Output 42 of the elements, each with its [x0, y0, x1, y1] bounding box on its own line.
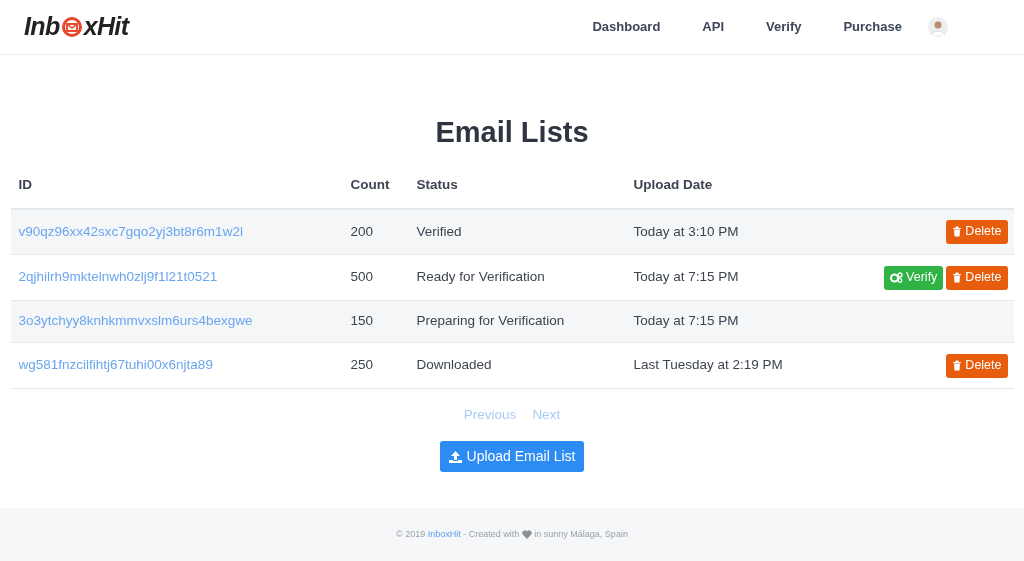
avatar-icon[interactable] [928, 17, 948, 37]
verify-button[interactable]: Verify [884, 265, 944, 290]
table-cell: 200 [342, 208, 409, 255]
nav-link[interactable]: Purchase [843, 17, 902, 37]
upload-icon [448, 450, 462, 463]
column-header: ID [10, 162, 343, 209]
page-title: Email Lists [435, 115, 589, 150]
list-id-link[interactable]: wg581fnzcilfihtj67tuhi00x6njta89 [18, 357, 213, 373]
list-id-link[interactable]: 3o3ytchyy8knhkmmvxslm6urs4bexgwe [18, 313, 253, 329]
column-header: Upload Date [625, 162, 826, 209]
trash-icon [952, 360, 963, 371]
column-header: Count [342, 162, 409, 209]
logo-text: Inb [24, 11, 60, 43]
table-cell: Today at 7:15 PM [625, 254, 826, 301]
upload-button[interactable]: Upload Email List [439, 441, 585, 473]
table-cell: 150 [342, 300, 409, 343]
delete-button[interactable]: Delete [946, 219, 1008, 244]
list-id-link[interactable]: v90qz96xx42sxc7gqo2yj3bt8r6m1w2l [18, 223, 243, 239]
trash-icon [952, 272, 963, 283]
table-cell: Ready for Verification [408, 254, 626, 301]
table-cell: 250 [342, 342, 409, 389]
footer-text: © 2019 InboxHit - Created with in sunny Málaga, Spain [396, 527, 628, 541]
delete-button[interactable]: Delete [946, 265, 1008, 290]
heart-icon [521, 529, 532, 539]
table-cell: Downloaded [408, 342, 626, 389]
gears-icon [890, 272, 904, 283]
envelope-logo-icon [60, 16, 83, 38]
table-cell: Verified [408, 208, 626, 255]
footer-link[interactable]: InboxHit [427, 528, 461, 539]
table-cell: Last Tuesday at 2:19 PM [625, 342, 826, 389]
trash-icon [952, 226, 963, 238]
table-cell: Today at 3:10 PM [625, 208, 826, 255]
table-cell: Today at 7:15 PM [625, 300, 826, 343]
logo-text: xHit [83, 11, 129, 43]
column-header: Status [408, 162, 626, 209]
nav-link[interactable]: API [702, 17, 725, 37]
delete-button[interactable]: Delete [946, 353, 1008, 378]
nav-link[interactable]: Verify [766, 17, 802, 37]
nav-link[interactable]: Dashboard [592, 17, 661, 37]
list-id-link[interactable]: 2qjhilrh9mktelnwh0zlj9f1l21t0521 [18, 269, 218, 285]
table-cell: 500 [342, 254, 409, 301]
table-cell: Preparing for Verification [408, 300, 626, 343]
